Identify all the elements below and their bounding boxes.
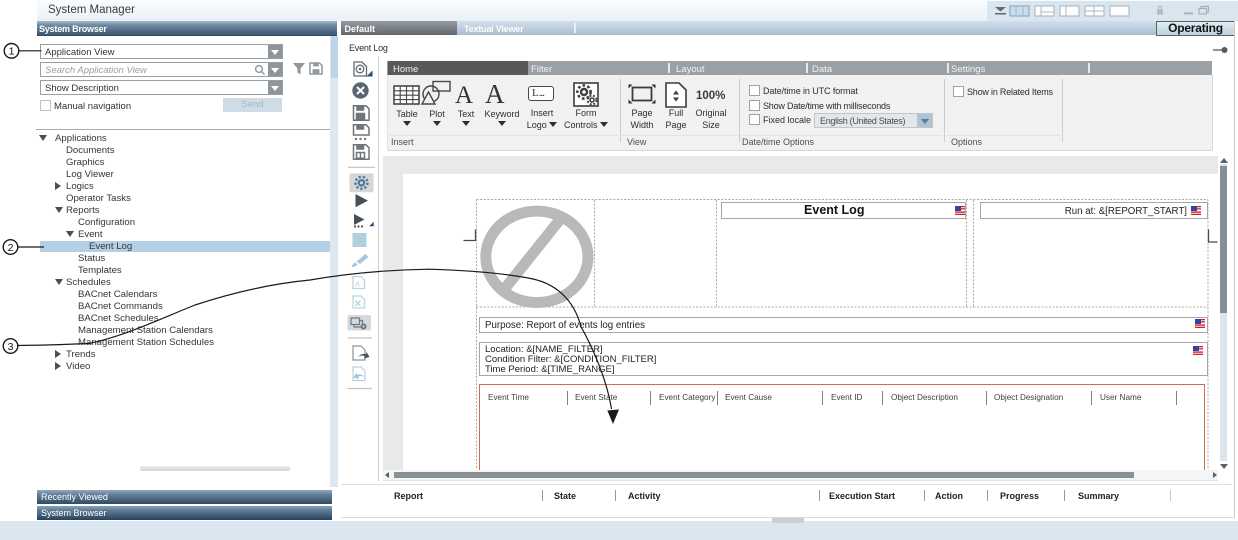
svg-text:A: A [355, 280, 360, 289]
svg-text:3: 3 [8, 341, 14, 353]
svg-text:2: 2 [8, 242, 14, 254]
svg-text:1: 1 [9, 46, 15, 58]
